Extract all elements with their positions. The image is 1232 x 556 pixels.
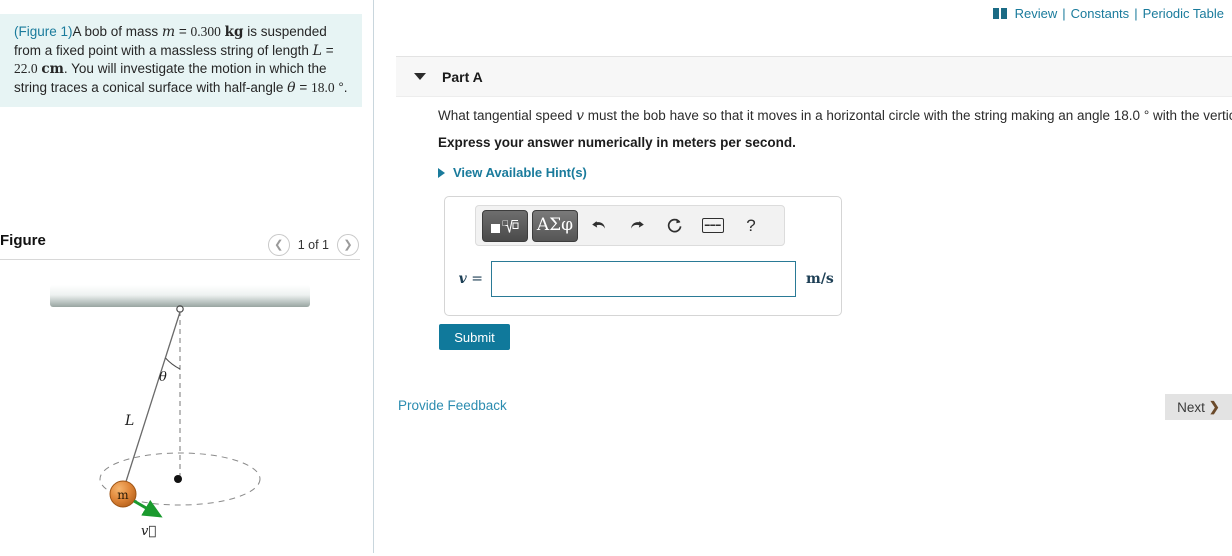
answer-units: m/s <box>806 271 834 287</box>
mass-unit: kg <box>224 24 244 40</box>
link-separator-2: | <box>1134 6 1138 21</box>
redo-icon <box>631 220 644 229</box>
problem-text-1: A bob of mass <box>72 24 162 39</box>
express-instruction: Express your answer numerically in meter… <box>438 135 796 150</box>
figure-image: θ L m v⃗ <box>0 265 360 553</box>
pendulum-string <box>122 311 181 492</box>
review-link[interactable]: Review <box>1015 6 1058 21</box>
math-toolbar: □ ΑΣφ ▬▬▬ ? <box>475 205 785 246</box>
angle-value: 18.0 <box>310 79 335 95</box>
problem-eq-3: = <box>295 79 311 95</box>
length-value: 22.0 <box>14 61 38 76</box>
question-text: What tangential speed v must the bob hav… <box>438 108 1232 124</box>
constants-link[interactable]: Constants <box>1071 6 1130 21</box>
length-symbol: L <box>312 42 322 59</box>
answer-input-row: v = m/s <box>445 255 843 303</box>
question-prefix: What tangential speed <box>438 108 577 123</box>
part-a-label: Part A <box>442 68 483 85</box>
bob-mass-label: m <box>117 488 129 502</box>
question-variable: v <box>576 108 585 124</box>
greek-symbols-button[interactable]: ΑΣφ <box>532 209 578 242</box>
figure-reference-link[interactable]: (Figure 1) <box>14 24 73 39</box>
periodic-table-link[interactable]: Periodic Table <box>1143 6 1224 21</box>
problem-page: (Figure 1)A bob of mass m = 0.300 kg is … <box>0 0 1232 553</box>
velocity-label: v⃗ <box>141 524 156 539</box>
undo-icon <box>592 220 605 229</box>
keyboard-icon: ▬▬▬ <box>702 218 724 233</box>
reset-button[interactable] <box>658 211 692 241</box>
angle-symbol: θ <box>287 79 296 96</box>
left-panel: (Figure 1)A bob of mass m = 0.300 kg is … <box>0 0 374 553</box>
mass-symbol: m <box>161 24 176 40</box>
book-icon <box>992 8 1007 19</box>
length-unit: cm <box>41 61 64 77</box>
figure-title: Figure <box>0 232 46 249</box>
variable-v: v <box>458 271 467 287</box>
problem-statement: (Figure 1)A bob of mass m = 0.300 kg is … <box>0 14 362 107</box>
caret-down-icon[interactable] <box>414 73 426 80</box>
reset-icon <box>667 218 682 232</box>
view-hints-label: View Available Hint(s) <box>453 165 587 180</box>
problem-eq-1: = <box>175 24 191 39</box>
problem-text-4: . <box>343 79 348 95</box>
figure-counter: 1 of 1 <box>297 238 329 252</box>
circle-center-dot <box>174 475 182 483</box>
next-button[interactable]: Next ❯ <box>1165 394 1232 420</box>
problem-eq-2: = <box>321 42 334 58</box>
mass-value: 0.300 <box>190 24 221 39</box>
ceiling-bar <box>50 285 310 307</box>
help-button[interactable]: ? <box>734 211 768 241</box>
chevron-right-icon: ❯ <box>343 238 353 251</box>
velocity-arrow <box>133 499 163 518</box>
answer-input[interactable] <box>491 261 796 297</box>
help-icon: ? <box>746 215 756 235</box>
question-suffix: must the bob have so that it moves in a … <box>584 108 1232 123</box>
greek-symbols-label: ΑΣφ <box>536 215 574 235</box>
next-label: Next <box>1177 399 1205 415</box>
redo-button[interactable] <box>620 211 654 241</box>
submit-button[interactable]: Submit <box>439 324 510 350</box>
length-label: L <box>124 413 134 429</box>
link-separator-1: | <box>1062 6 1066 21</box>
chevron-right-icon: ❯ <box>1208 399 1220 414</box>
keyboard-keys: ▬▬▬ <box>704 222 722 228</box>
math-template-button[interactable]: □ <box>482 209 528 242</box>
equals-sign: = <box>471 271 483 287</box>
theta-label: θ <box>159 370 167 385</box>
part-a-header[interactable]: Part A <box>396 56 1232 97</box>
view-hints-button[interactable]: View Available Hint(s) <box>438 165 587 180</box>
keyboard-button[interactable]: ▬▬▬ <box>696 211 730 241</box>
chevron-left-icon: ❮ <box>274 238 284 251</box>
figure-navigation: ❮ 1 of 1 ❯ <box>267 234 359 256</box>
provide-feedback-link[interactable]: Provide Feedback <box>398 398 507 413</box>
caret-right-icon <box>438 167 445 178</box>
math-template-icon: □ <box>491 217 519 235</box>
angle-arc <box>165 357 181 370</box>
figure-prev-button[interactable]: ❮ <box>267 234 290 256</box>
figure-next-button[interactable]: ❯ <box>337 234 359 256</box>
figure-divider <box>0 259 360 260</box>
answer-variable-label: v = <box>457 271 483 287</box>
undo-button[interactable] <box>582 211 616 241</box>
top-links-bar: Review | Constants | Periodic Table <box>375 0 1232 26</box>
